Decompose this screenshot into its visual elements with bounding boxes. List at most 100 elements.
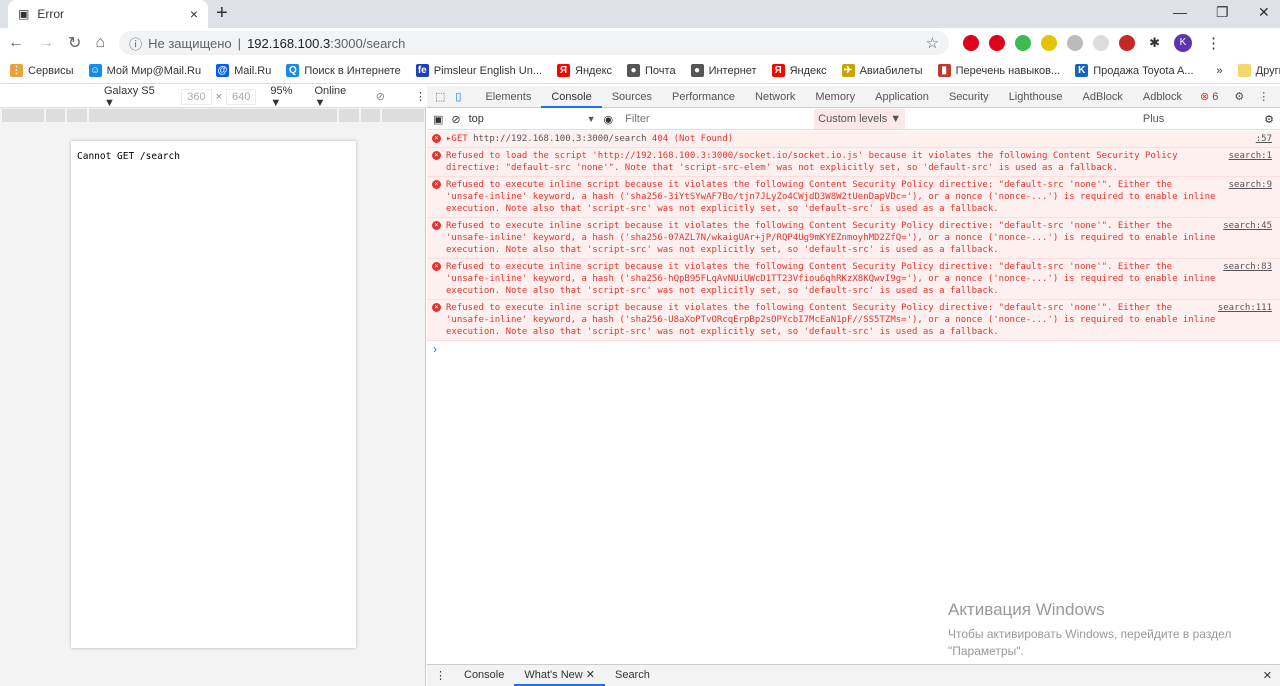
drawer-tab-label: Search <box>614 669 650 681</box>
bookmark-item[interactable]: Я Яндекс <box>771 64 827 77</box>
bookmark-label: Интернет <box>708 64 757 77</box>
abp-extension-icon[interactable] <box>989 35 1006 51</box>
grey-ext-2-extension-icon[interactable] <box>1093 35 1110 51</box>
message-source-link[interactable]: search:45 <box>1223 220 1272 232</box>
devtools-tabs: ⬚ ▯ Elements Console Sources Performance Net… <box>427 86 1280 125</box>
tab-network[interactable]: Network <box>745 86 805 108</box>
close-tab-icon[interactable]: × <box>190 6 198 22</box>
back-button[interactable]: ← <box>8 34 24 52</box>
bookmark-icon: K <box>1075 64 1089 77</box>
message-text: Refused to load the script ' <box>446 151 598 161</box>
error-icon[interactable]: ⊗ <box>1200 90 1209 103</box>
bookmark-item[interactable]: @ Mail.Ru <box>216 64 271 77</box>
drawer-tab-console[interactable]: Console <box>454 665 514 686</box>
device-select[interactable]: Galaxy S5 ▼ <box>104 85 165 109</box>
context-select[interactable]: top <box>469 113 579 125</box>
bookmark-item[interactable]: ● Интернет <box>690 64 757 77</box>
message-text: ▸GET <box>446 134 474 144</box>
network-select[interactable]: Online ▼ <box>314 85 357 109</box>
chevron-down-icon[interactable]: ▼ <box>587 114 596 124</box>
bookmark-item[interactable]: ⋮ Сервисы <box>10 64 74 77</box>
tab-adblock-plus[interactable]: Adblock Plus <box>1133 86 1192 125</box>
tab-adblock[interactable]: AdBlock <box>1073 86 1133 108</box>
avatar[interactable]: K <box>1173 34 1192 52</box>
inspect-element-icon[interactable]: ⬚ <box>427 90 451 103</box>
error-count[interactable]: 6 <box>1212 91 1218 103</box>
message-source-link[interactable]: search:83 <box>1223 261 1272 273</box>
bookmark-item[interactable]: fe Pimsleur English Un... <box>415 64 542 77</box>
zoom-select[interactable]: 95% ▼ <box>270 85 304 109</box>
bookmark-item[interactable]: ● Почта <box>627 64 676 77</box>
device-toggle-icon[interactable]: ▯ <box>451 90 475 103</box>
drawer-tab-search[interactable]: Search <box>605 665 660 686</box>
height-input[interactable]: 640 <box>226 88 257 105</box>
media-query-bar[interactable] <box>2 109 425 122</box>
log-levels-select[interactable]: Custom levels ▼ <box>814 109 906 129</box>
rotate-icon[interactable]: ⊘ <box>376 90 385 103</box>
red-ext-extension-icon[interactable] <box>1119 35 1136 51</box>
message-source-link[interactable]: search:9 <box>1229 179 1272 191</box>
message-source-link[interactable]: search:1 <box>1229 150 1272 162</box>
address-bar[interactable]: ⓘ Не защищено | 192.168.100.3:3000/searc… <box>119 31 950 55</box>
drawer-menu-icon[interactable]: ⋮ <box>427 669 454 682</box>
bookmark-icon: ● <box>690 64 704 77</box>
new-tab-button[interactable]: + <box>216 2 228 25</box>
maximize-button[interactable]: ❐ <box>1216 4 1229 21</box>
extensions-puzzle-icon[interactable]: ✱ <box>1149 35 1160 51</box>
settings-icon[interactable]: ⚙ <box>1234 90 1244 103</box>
minimize-button[interactable]: — <box>1173 4 1187 20</box>
tab-sources[interactable]: Sources <box>602 86 662 108</box>
drawer-tab-what-s-new[interactable]: What's New ✕ <box>514 665 605 686</box>
bookmark-item[interactable]: ✈ Авиабилеты <box>841 64 923 77</box>
info-icon[interactable]: ⓘ <box>129 34 142 53</box>
tab-lighthouse[interactable]: Lighthouse <box>999 86 1073 108</box>
eye-icon[interactable]: ◉ <box>604 113 614 126</box>
bookmark-label: Авиабилеты <box>859 64 923 77</box>
tab-security[interactable]: Security <box>939 86 999 108</box>
message-text: Refused to execute inline script because… <box>446 303 1216 337</box>
bookmark-item[interactable]: Я Яндекс <box>557 64 612 77</box>
bookmark-item[interactable]: Q Поиск в Интернете <box>286 64 401 77</box>
console-error-message: × ▸GET http://192.168.100.3:3000/search 4… <box>427 131 1280 148</box>
message-source-link[interactable]: :57 <box>1256 133 1272 145</box>
devtools-menu-icon[interactable]: ⋮ <box>1258 90 1269 103</box>
console-prompt[interactable]: › <box>433 342 437 356</box>
console-error-message: × Refused to execute inline script becaus… <box>427 177 1280 218</box>
bookmark-star-icon[interactable]: ☆ <box>926 34 939 52</box>
bookmark-icon: ▮ <box>937 64 951 77</box>
tab-application[interactable]: Application <box>865 86 939 108</box>
yandex-plus-extension-icon[interactable] <box>1041 35 1058 51</box>
close-window-button[interactable]: ✕ <box>1258 4 1270 21</box>
clear-console-icon[interactable]: ⊘ <box>451 113 460 126</box>
tab-console[interactable]: Console <box>541 86 602 108</box>
bookmark-item[interactable]: K Продажа Toyota A... <box>1075 64 1194 77</box>
reload-button[interactable]: ↻ <box>68 33 81 53</box>
sidebar-toggle-icon[interactable]: ▣ <box>433 113 443 126</box>
forward-button[interactable]: → <box>38 34 54 52</box>
message-source-link[interactable]: search:111 <box>1218 302 1272 314</box>
close-tab-icon[interactable]: ✕ <box>583 669 595 681</box>
bookmark-label: Поиск в Интернете <box>304 64 401 77</box>
menu-icon[interactable]: ⋮ <box>1206 34 1221 52</box>
message-link[interactable]: http://192.168.100.3:3000/socket.io/sock… <box>598 151 858 161</box>
message-link[interactable]: http://192.168.100.3:3000/search <box>473 134 646 144</box>
tab-performance[interactable]: Performance <box>662 86 745 108</box>
opera-extension-icon[interactable] <box>963 35 980 51</box>
tab-memory[interactable]: Memory <box>805 86 865 108</box>
bookmark-item[interactable]: ☺ Мой Мир@Mail.Ru <box>88 64 201 77</box>
tab-elements[interactable]: Elements <box>475 86 541 108</box>
home-button[interactable]: ⌂ <box>95 34 105 52</box>
shield-extension-icon[interactable] <box>1015 35 1032 51</box>
browser-tab[interactable]: ▣ Error × <box>8 0 208 28</box>
console-messages: × ▸GET http://192.168.100.3:3000/search 4… <box>427 131 1280 341</box>
grey-ext-extension-icon[interactable] <box>1067 35 1084 51</box>
console-settings-icon[interactable]: ⚙ <box>1264 113 1274 126</box>
more-options-icon[interactable]: ⋮ <box>415 90 426 103</box>
close-drawer-icon[interactable]: ✕ <box>1263 669 1272 682</box>
bookmarks-more-button[interactable]: » <box>1217 65 1223 77</box>
bookmark-item[interactable]: ▮ Перечень навыков... <box>937 64 1060 77</box>
width-input[interactable]: 360 <box>181 88 212 105</box>
other-bookmarks-folder[interactable]: Другие закладки <box>1237 64 1280 77</box>
filter-input[interactable] <box>621 110 807 128</box>
bookmark-label: Яндекс <box>789 64 827 77</box>
